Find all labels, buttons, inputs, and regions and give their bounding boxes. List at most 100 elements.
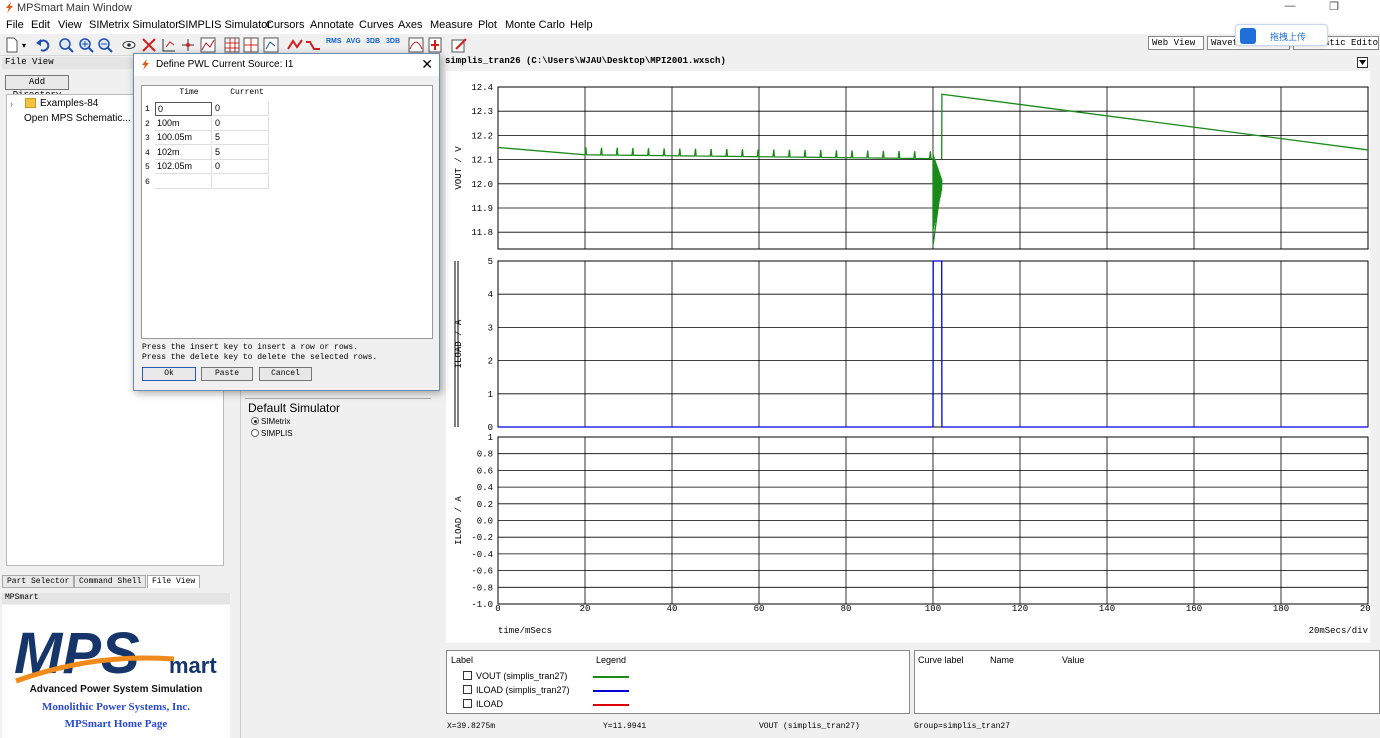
legend-item-iload[interactable]: ILOAD: [463, 699, 503, 709]
menu-view[interactable]: View: [58, 19, 82, 31]
default-simulator-group: Default Simulator SIMetrix SIMPLIS: [245, 398, 431, 448]
status-group: Group=simplis_tran27: [914, 722, 1011, 731]
undo-icon[interactable]: [35, 37, 51, 53]
delete-curve-icon[interactable]: [141, 37, 157, 53]
graph-settings-icon[interactable]: [263, 37, 279, 53]
waveform-icon[interactable]: [287, 37, 303, 53]
checkbox-icon[interactable]: [463, 699, 472, 708]
x-tick-label: 20: [580, 604, 591, 614]
web-view-button[interactable]: Web View: [1148, 36, 1204, 50]
current-cell[interactable]: 5: [213, 131, 269, 145]
tree-item-open-mps-schematic[interactable]: Open MPS Schematic...: [24, 113, 131, 124]
tab-part-selector[interactable]: Part Selector: [2, 575, 75, 588]
row-number: 3: [145, 134, 150, 143]
tab-file-view[interactable]: File View: [147, 575, 201, 588]
x-tick-label: 200: [1360, 604, 1370, 614]
radio-simetrix[interactable]: SIMetrix: [251, 417, 290, 426]
waveform-alt-icon[interactable]: [305, 37, 321, 53]
menu-monte-carlo[interactable]: Monte Carlo: [505, 19, 565, 31]
legend-line-iload-tran27: [593, 690, 629, 692]
row-number: 4: [145, 148, 150, 158]
zoom-in-icon[interactable]: [78, 37, 94, 53]
menu-simplis-simulator[interactable]: SIMPLIS Simulator: [178, 19, 271, 31]
status-curve: VOUT (simplis_tran27): [759, 722, 860, 731]
graph-title: simplis_tran26 (C:\Users\WJAU\Desktop\MP…: [445, 56, 726, 66]
edit-graph-icon[interactable]: [451, 37, 467, 53]
new-file-icon[interactable]: [4, 37, 20, 53]
graph-menu-dropdown[interactable]: [1357, 57, 1368, 68]
mpsmart-panel: MPS mart Advanced Power System Simulatio…: [2, 605, 230, 738]
time-cell[interactable]: 100m: [155, 116, 212, 131]
folder-icon: [25, 98, 36, 108]
legend-item-iload-tran27[interactable]: ILOAD (simplis_tran27): [463, 685, 570, 695]
menu-curves[interactable]: Curves: [359, 19, 394, 31]
maximize-button[interactable]: ❐: [1312, 0, 1356, 13]
checkbox-icon[interactable]: [463, 685, 472, 694]
mps-company-link[interactable]: Monolithic Power Systems, Inc.: [2, 701, 230, 713]
current-cell[interactable]: 0: [213, 102, 269, 116]
add-cursor-icon[interactable]: [180, 37, 196, 53]
menu-annotate[interactable]: Annotate: [310, 19, 354, 31]
time-cell[interactable]: [155, 174, 212, 189]
legend-legend-header: Legend: [596, 655, 627, 665]
rms-button[interactable]: RMS: [326, 38, 342, 45]
cancel-button[interactable]: Cancel: [259, 367, 312, 381]
eye-icon[interactable]: [121, 37, 137, 53]
current-cell[interactable]: 0: [213, 160, 269, 174]
menu-cursors[interactable]: Cursors: [266, 19, 305, 31]
tree-item-examples[interactable]: Examples-84: [40, 98, 98, 109]
cloud-upload-widget[interactable]: 拖拽上传: [1235, 24, 1328, 46]
status-y: Y=11.9941: [603, 722, 647, 731]
current-cell[interactable]: 0: [213, 116, 269, 131]
legend-item-vout[interactable]: VOUT (simplis_tran27): [463, 671, 567, 681]
menu-axes[interactable]: Axes: [398, 19, 422, 31]
grid-alt-icon[interactable]: [243, 37, 259, 53]
mps-home-page-link[interactable]: MPSmart Home Page: [2, 718, 230, 730]
menu-file[interactable]: File: [6, 19, 24, 31]
axes-icon[interactable]: [161, 37, 177, 53]
time-cell[interactable]: 0: [155, 102, 212, 116]
measure-icon[interactable]: [427, 37, 443, 53]
current-cell[interactable]: 5: [213, 145, 269, 160]
time-cell[interactable]: 100.05m: [155, 131, 212, 145]
mpsmart-header: MPSmart: [2, 593, 230, 604]
menu-edit[interactable]: Edit: [31, 19, 50, 31]
y-tick-label: 0: [488, 423, 493, 433]
y-tick-label: 0.6: [477, 466, 493, 476]
chevron-right-icon[interactable]: ›: [10, 99, 13, 109]
waveform-plot[interactable]: 12.4 12.3 12.2 12.1 12.0 11.9 11.8 VOUT / V 5 4 3 2…: [446, 71, 1370, 643]
zoom-fit-icon[interactable]: [58, 37, 74, 53]
curve-info-panel: Curve label Name Value: [914, 650, 1380, 714]
minimize-button[interactable]: —: [1268, 0, 1312, 12]
time-cell[interactable]: 102m: [155, 145, 212, 160]
checkbox-icon[interactable]: [463, 671, 472, 680]
y-axis-label: VOUT / V: [454, 146, 464, 190]
time-cell[interactable]: 102.05m: [155, 160, 212, 174]
grid-icon[interactable]: [224, 37, 240, 53]
window-title: MPSmart Main Window: [17, 2, 132, 14]
3db-alt-button[interactable]: 3DB: [386, 38, 400, 45]
curve-icon[interactable]: [200, 37, 216, 53]
current-cell[interactable]: [213, 174, 269, 189]
menu-simetrix-simulator[interactable]: SIMetrix Simulator: [89, 19, 179, 31]
menu-plot[interactable]: Plot: [478, 19, 497, 31]
menu-measure[interactable]: Measure: [430, 19, 473, 31]
app-icon: [6, 2, 13, 13]
x-axis-label: time/mSecs: [498, 626, 552, 636]
y-tick-label: 0.4: [477, 483, 493, 493]
add-directory-button[interactable]: Add Directory: [5, 75, 69, 100]
3db-button[interactable]: 3DB: [366, 38, 380, 45]
tab-command-shell[interactable]: Command Shell: [74, 575, 147, 588]
help-delete: Press the delete key to delete the selec…: [142, 353, 378, 362]
avg-button[interactable]: AVG: [346, 38, 361, 45]
radio-selected-icon: [251, 417, 259, 425]
ok-button[interactable]: Ok: [142, 367, 196, 381]
menu-help[interactable]: Help: [570, 19, 593, 31]
paste-button[interactable]: Paste: [201, 367, 253, 381]
close-icon[interactable]: ✕: [421, 56, 433, 73]
zoom-out-icon[interactable]: [97, 37, 113, 53]
radio-simplis[interactable]: SIMPLIS: [251, 429, 293, 438]
chevron-down-icon: [1359, 60, 1366, 65]
y-tick-label: -1.0: [471, 600, 493, 610]
fft-icon[interactable]: [408, 37, 424, 53]
